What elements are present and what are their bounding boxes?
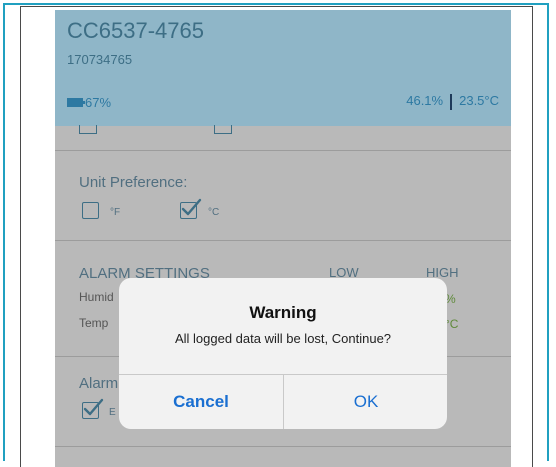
cancel-button[interactable]: Cancel: [119, 375, 283, 429]
checkbox-partial[interactable]: [214, 125, 232, 134]
temperature-high-value[interactable]: °C: [445, 317, 458, 331]
celsius-checkbox[interactable]: [180, 198, 202, 219]
dialog-message: All logged data will be lost, Continue?: [174, 331, 392, 346]
unit-preference-title: Unit Preference:: [79, 174, 188, 191]
celsius-label: °C: [208, 207, 220, 218]
warning-dialog: Warning All logged data will be lost, Co…: [119, 278, 447, 429]
ok-button[interactable]: OK: [284, 375, 447, 429]
divider: [55, 240, 511, 241]
battery-level: 67%: [85, 95, 112, 110]
divider: [55, 150, 511, 151]
separator: [450, 93, 453, 110]
humidity-row-label: Humid: [79, 290, 114, 304]
device-header: CC6537-4765 170734765 67% 46.1% 23.5°C: [55, 10, 511, 126]
fahrenheit-label: °F: [110, 207, 121, 218]
checkbox-partial[interactable]: [79, 125, 97, 134]
fahrenheit-checkbox[interactable]: [82, 202, 99, 219]
battery-icon: [67, 98, 85, 107]
alarm-section-title: Alarm: [79, 375, 119, 392]
battery-status: 67%: [67, 95, 111, 110]
divider: [55, 446, 511, 447]
temperature-reading: 23.5°C: [459, 93, 499, 108]
checkmark-icon: [181, 198, 202, 216]
checkmark-icon: [83, 398, 104, 416]
alarm-option-label: E: [109, 407, 116, 418]
alarm-checkbox[interactable]: [82, 398, 104, 419]
dialog-title: Warning: [249, 303, 317, 322]
humidity-reading: 46.1%: [406, 93, 444, 108]
temperature-row-label: Temp: [79, 316, 109, 330]
device-name: CC6537-4765: [67, 18, 204, 43]
device-serial: 170734765: [67, 52, 133, 67]
current-readings: 46.1% 23.5°C: [406, 93, 499, 110]
